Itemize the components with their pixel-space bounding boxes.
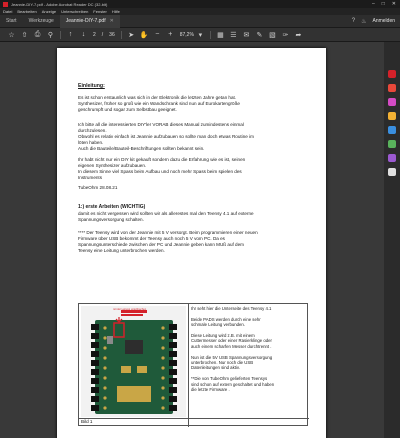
image-caption: Bild 1: [81, 419, 93, 424]
search-icon[interactable]: ⚲: [44, 31, 57, 39]
login-button[interactable]: Anmelden: [372, 18, 395, 24]
image-annotation: mit der Leitung unterbrechen: [113, 308, 147, 311]
toolbar-divider: [60, 30, 61, 39]
toolbar-divider: [209, 30, 211, 39]
chevron-down-icon[interactable]: ▾: [194, 31, 207, 39]
comment-tool-icon[interactable]: [388, 112, 396, 120]
acrobat-logo-icon: [3, 1, 8, 7]
toolbar-divider: [120, 30, 122, 39]
protect-icon[interactable]: [388, 154, 396, 162]
select-cursor-icon[interactable]: ➤: [125, 31, 138, 39]
combine-files-icon[interactable]: [388, 126, 396, 134]
table-divider-horizontal: [79, 418, 309, 419]
menu-item-unterschreiben[interactable]: Unterschreiben: [61, 9, 88, 14]
tools-pane: [384, 42, 400, 438]
paragraph-manual: Ich bitte all die interessierten DIY'ler…: [78, 122, 254, 151]
sign-icon[interactable]: ✑: [279, 31, 292, 39]
bookmark-icon[interactable]: ☆: [5, 31, 18, 39]
signature-line: TubeOhm 28.08.21: [78, 185, 118, 190]
create-pdf-icon[interactable]: [388, 84, 396, 92]
teensy-board-image: [81, 306, 186, 417]
section-heading: Einleitung:: [78, 83, 105, 89]
zoom-level[interactable]: 87,2%: [180, 32, 194, 38]
pen-icon[interactable]: ✎: [253, 31, 266, 39]
tab-document-label: Jeannie-DIY-7.pdf: [65, 17, 106, 24]
page-up-icon[interactable]: ↑: [64, 31, 77, 38]
edit-pdf-icon[interactable]: [388, 98, 396, 106]
fit-page-icon[interactable]: ▦: [214, 31, 227, 39]
menu-item-bearbeiten[interactable]: Bearbeiten: [17, 9, 36, 14]
pdf-page: Einleitung: Es ist schon erstaunlich was…: [57, 48, 326, 438]
minimize-icon[interactable]: –: [372, 0, 375, 8]
menu-item-anzeige[interactable]: Anzeige: [42, 9, 56, 14]
app-window: Jeannie-DIY-7.pdf - Adobe Acrobat Reader…: [0, 0, 400, 438]
menu-item-datei[interactable]: Datei: [3, 9, 12, 14]
image-table: mit der Leitung unterbrechen Bild 1 Ihr …: [78, 303, 309, 427]
toolbar: ☆ ⇧ ⎙ ⚲ ↑ ↓ 2 / 36 ➤ ✋ − + 87,2% ▾ ▦ ☰ ✉…: [0, 28, 400, 42]
tab-document[interactable]: Jeannie-DIY-7.pdf ✕: [59, 14, 120, 28]
menu-item-fenster[interactable]: Fenster: [93, 9, 107, 14]
paragraph-intro: Es ist schon erstaunlich was sich in der…: [78, 95, 240, 112]
menu-item-hilfe[interactable]: Hilfe: [112, 9, 120, 14]
zoom-in-icon[interactable]: +: [164, 31, 177, 38]
share-icon[interactable]: ➦: [292, 31, 305, 39]
table-divider-vertical: [188, 304, 189, 427]
hand-tool-icon[interactable]: ✋: [138, 31, 151, 39]
upload-icon[interactable]: ⇧: [18, 31, 31, 39]
teensy-photo: [81, 306, 186, 417]
document-viewport[interactable]: Einleitung: Es ist schon erstaunlich was…: [0, 42, 384, 438]
export-pdf-icon[interactable]: [388, 70, 396, 78]
highlight-icon[interactable]: ▧: [266, 31, 279, 39]
comment-icon[interactable]: ✉: [240, 31, 253, 39]
close-tab-icon[interactable]: ✕: [110, 15, 114, 28]
teensy-description: Ihr seht hier die Unterseite des Teensy …: [191, 306, 275, 393]
title-bar: Jeannie-DIY-7.pdf - Adobe Acrobat Reader…: [0, 0, 400, 8]
paragraph-diy: Ihr habt nicht nur ein DIY kit gekauft s…: [78, 157, 246, 180]
print-icon[interactable]: ⎙: [31, 31, 44, 39]
tab-werkzeuge[interactable]: Werkzeuge: [23, 15, 60, 28]
more-tools-icon[interactable]: [388, 168, 396, 176]
close-icon[interactable]: ✕: [392, 0, 396, 8]
zoom-out-icon[interactable]: −: [151, 31, 164, 38]
paragraph-supply: **** Der Teensy wird von der Jeannie mit…: [78, 230, 258, 253]
page-down-icon[interactable]: ↓: [77, 31, 90, 38]
bell-icon[interactable]: ♨: [361, 18, 366, 25]
paragraph-teensy: damit es nicht vergessen wird sollten wi…: [78, 211, 254, 222]
tab-bar: Start Werkzeuge Jeannie-DIY-7.pdf ✕ ? ♨ …: [0, 14, 400, 28]
page-separator: /: [101, 31, 104, 38]
tab-start[interactable]: Start: [0, 15, 23, 28]
page-total: 36: [109, 31, 115, 38]
scroll-mode-icon[interactable]: ☰: [227, 31, 240, 39]
page-current-input[interactable]: 2: [93, 32, 96, 38]
window-title: Jeannie-DIY-7.pdf - Adobe Acrobat Reader…: [11, 1, 108, 7]
maximize-icon[interactable]: □: [382, 0, 385, 8]
organize-pages-icon[interactable]: [388, 140, 396, 148]
help-icon[interactable]: ?: [352, 18, 355, 24]
